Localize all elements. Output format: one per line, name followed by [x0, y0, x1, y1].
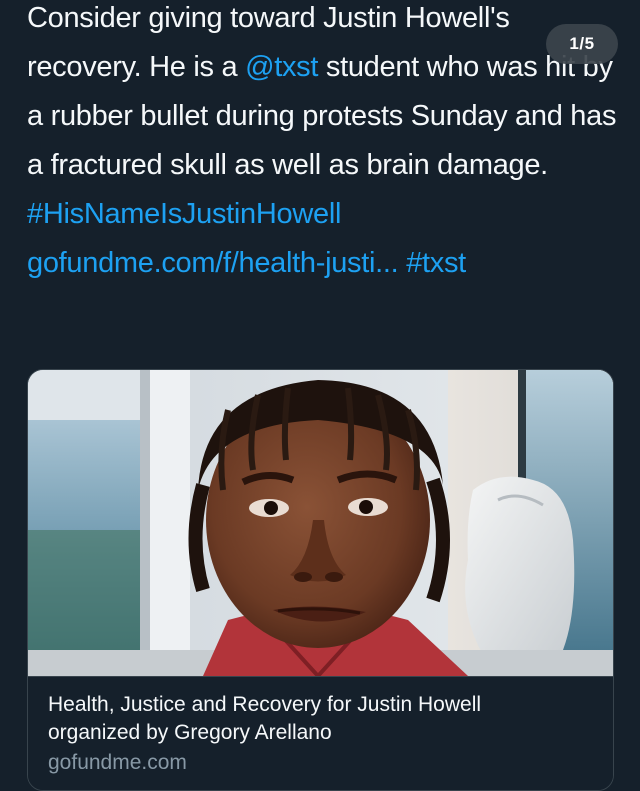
hashtag-link-txst[interactable]: #txst: [406, 247, 466, 279]
card-title-line-1: Health, Justice and Recovery for Justin …: [48, 693, 482, 716]
card-title-line-2: organized by Gregory Arellano: [48, 721, 332, 744]
mention-link[interactable]: @txst: [245, 51, 318, 83]
card-photo[interactable]: [28, 370, 613, 676]
hashtag-link[interactable]: #HisNameIsJustinHowell: [27, 198, 341, 230]
card-domain: gofundme.com: [48, 751, 187, 774]
link-card[interactable]: Health, Justice and Recovery for Justin …: [27, 369, 614, 791]
card-info[interactable]: Health, Justice and Recovery for Justin …: [28, 676, 613, 790]
card-title: Health, Justice and Recovery for Justin …: [48, 691, 593, 747]
tweet-text: Consider giving toward Justin Howell's r…: [27, 0, 617, 288]
page-indicator: 1/5: [546, 24, 618, 64]
url-link[interactable]: gofundme.com/f/health-justi...: [27, 247, 399, 279]
portrait-photo: [28, 370, 613, 676]
